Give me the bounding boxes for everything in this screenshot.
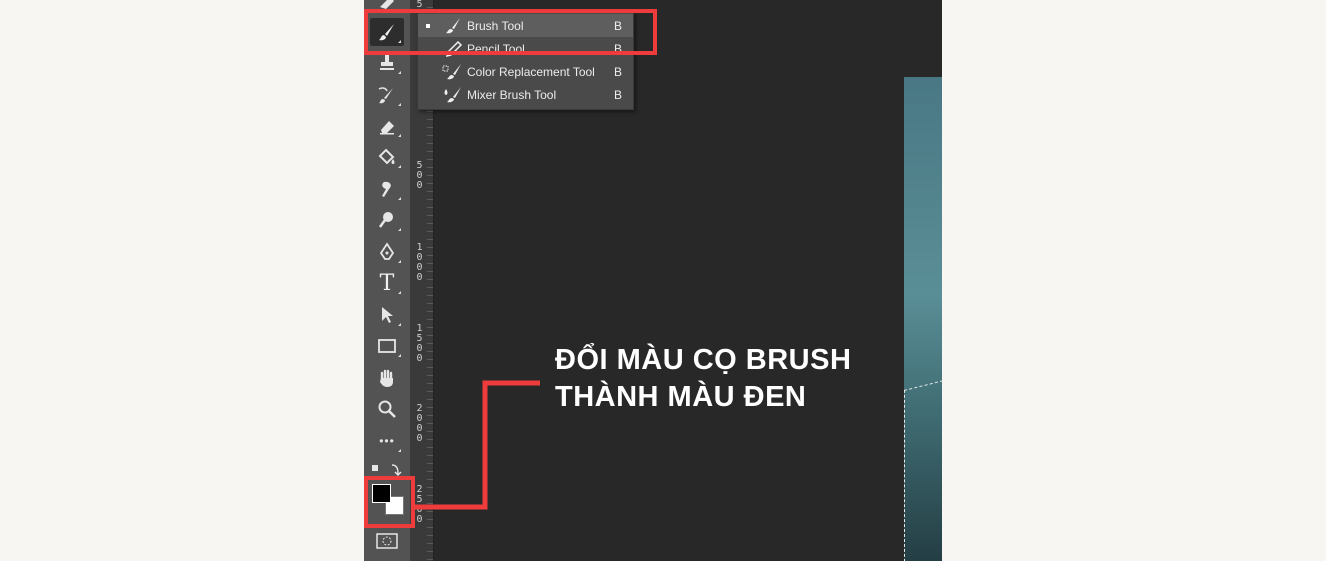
annotation-line-1: ĐỔI MÀU CỌ BRUSH	[555, 344, 852, 376]
annotation-text: ĐỔI MÀU CỌ BRUSH THÀNH MÀU ĐEN	[555, 342, 851, 416]
annotation-line-2: THÀNH MÀU ĐEN	[555, 381, 807, 413]
callout-connector	[415, 380, 540, 510]
